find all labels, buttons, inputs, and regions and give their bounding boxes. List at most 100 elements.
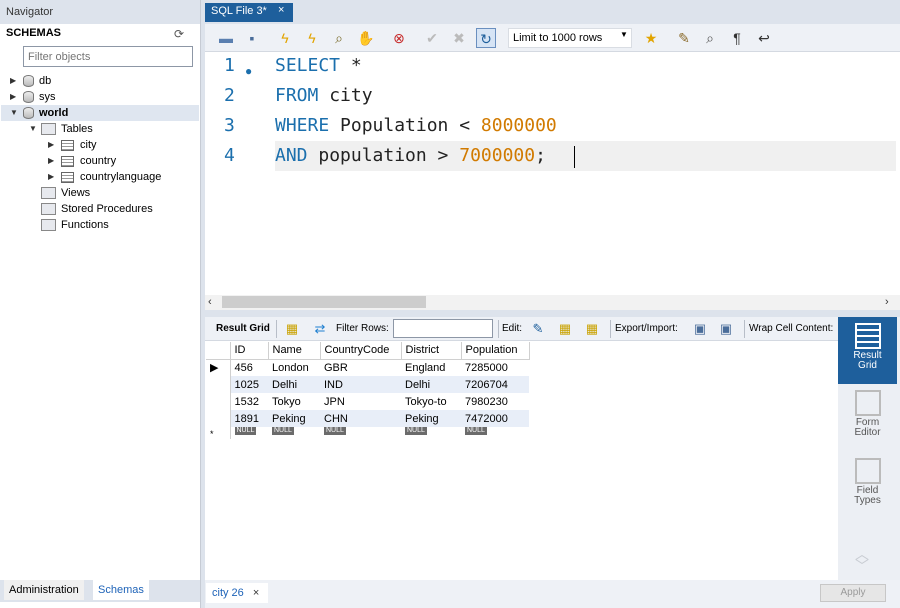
filter-rows-input[interactable]: [393, 319, 493, 338]
table-cell[interactable]: NULL: [461, 427, 529, 439]
explain-icon[interactable]: ⌕: [329, 28, 349, 48]
result-grid-button[interactable]: Result Grid: [838, 317, 897, 384]
wrap-icon[interactable]: ↩: [754, 28, 774, 48]
code-line[interactable]: SELECT *: [275, 55, 362, 76]
beautify-icon[interactable]: ✎: [674, 28, 694, 48]
collapse-arrow-icon[interactable]: ▼: [10, 105, 19, 121]
table-cell[interactable]: 1025: [230, 376, 268, 393]
table-cell[interactable]: GBR: [320, 359, 401, 376]
limit-rows-select[interactable]: Limit to 1000 rows: [508, 28, 632, 48]
tab-schemas[interactable]: Schemas: [93, 580, 149, 600]
execute-current-icon[interactable]: ϟ: [302, 28, 322, 48]
expand-arrow-icon[interactable]: ▶: [10, 89, 19, 105]
tree-item-stored-procedures[interactable]: Stored Procedures: [41, 201, 153, 217]
close-icon[interactable]: ×: [278, 4, 284, 16]
close-icon[interactable]: ×: [253, 587, 259, 599]
schema-item-db[interactable]: ▶ db: [10, 73, 51, 89]
tab-administration[interactable]: Administration: [4, 580, 84, 600]
grid-layout-icon[interactable]: ▦: [282, 319, 302, 339]
table-cell[interactable]: JPN: [320, 393, 401, 410]
table-cell[interactable]: Delhi: [268, 376, 320, 393]
rollback-icon[interactable]: ✖: [449, 28, 469, 48]
expand-arrow-icon[interactable]: ▶: [48, 153, 57, 169]
table-cell[interactable]: Tokyo: [268, 393, 320, 410]
table-cell[interactable]: 7980230: [461, 393, 529, 410]
column-header[interactable]: CountryCode: [320, 342, 402, 360]
table-row[interactable]: 1025 Delhi IND Delhi 7206704: [206, 376, 529, 393]
row-selector[interactable]: [206, 410, 231, 427]
autocommit-icon[interactable]: ↻: [476, 28, 496, 48]
add-row-icon[interactable]: ▦: [555, 319, 575, 339]
column-header[interactable]: District: [401, 342, 462, 360]
table-cell[interactable]: 7285000: [461, 359, 529, 376]
chevron-down-icon[interactable]: ▼: [620, 30, 628, 39]
edit-row-icon[interactable]: ✎: [528, 319, 548, 339]
scrollbar-thumb[interactable]: [222, 296, 426, 308]
bookmark-icon[interactable]: ★: [641, 28, 661, 48]
tree-item-tables[interactable]: ▼ Tables: [29, 121, 93, 137]
table-cell[interactable]: Tokyo-to: [401, 393, 461, 410]
table-cell[interactable]: London: [268, 359, 320, 376]
new-row[interactable]: * NULL NULL NULL NULL NULL: [206, 427, 529, 439]
refresh-icon[interactable]: ⟳: [174, 27, 184, 41]
code-line[interactable]: FROM city: [275, 85, 373, 106]
procedures-folder-icon: [41, 203, 56, 216]
code-line[interactable]: WHERE Population < 8000000: [275, 115, 557, 136]
collapse-arrow-icon[interactable]: ▼: [29, 121, 38, 137]
row-selector[interactable]: [206, 393, 231, 410]
expand-arrow-icon[interactable]: ▶: [10, 73, 19, 89]
scroll-right-icon[interactable]: ›: [885, 296, 889, 308]
table-cell[interactable]: IND: [320, 376, 401, 393]
apply-button[interactable]: Apply: [820, 584, 886, 602]
refresh-icon[interactable]: ⇄: [310, 319, 330, 339]
field-types-button[interactable]: Field Types: [838, 452, 897, 518]
find-icon[interactable]: ⌕: [700, 28, 720, 48]
table-cell[interactable]: CHN: [320, 410, 401, 427]
table-cell[interactable]: England: [401, 359, 461, 376]
table-item-city[interactable]: ▶ city: [48, 137, 97, 153]
column-header[interactable]: Population: [461, 342, 530, 360]
table-cell[interactable]: 1891: [230, 410, 268, 427]
table-cell[interactable]: 7206704: [461, 376, 529, 393]
commit-icon[interactable]: ✔: [422, 28, 442, 48]
table-cell[interactable]: Delhi: [401, 376, 461, 393]
delete-row-icon[interactable]: ▦: [582, 319, 602, 339]
tree-item-functions[interactable]: Functions: [41, 217, 109, 233]
tab-result-city[interactable]: city 26 ×: [206, 583, 268, 603]
table-cell[interactable]: NULL: [268, 427, 320, 439]
tree-item-views[interactable]: Views: [41, 185, 90, 201]
table-item-countrylanguage[interactable]: ▶ countrylanguage: [48, 169, 161, 185]
export-icon[interactable]: ▣: [690, 319, 710, 339]
invisible-chars-icon[interactable]: ¶: [727, 28, 747, 48]
stop-icon[interactable]: ✋: [356, 28, 376, 48]
table-row[interactable]: 1891 Peking CHN Peking 7472000: [206, 410, 529, 427]
table-row[interactable]: ▶ 456 London GBR England 7285000: [206, 359, 529, 376]
table-row[interactable]: 1532 Tokyo JPN Tokyo-to 7980230: [206, 393, 529, 410]
filter-objects-input[interactable]: [23, 46, 193, 67]
column-header[interactable]: Name: [268, 342, 321, 360]
expand-arrow-icon[interactable]: ▶: [48, 169, 57, 185]
toggle-error-icon[interactable]: ⊗: [389, 28, 409, 48]
open-folder-icon[interactable]: ▬: [216, 28, 236, 48]
code-line[interactable]: AND population > 7000000;: [275, 145, 546, 166]
scroll-left-icon[interactable]: ‹: [208, 296, 212, 308]
execute-icon[interactable]: ϟ: [275, 28, 295, 48]
chevron-up-down-icon[interactable]: ︿ ﹀: [855, 547, 869, 573]
table-cell[interactable]: Peking: [401, 410, 461, 427]
schema-item-sys[interactable]: ▶ sys: [10, 89, 56, 105]
table-cell[interactable]: 456: [230, 359, 268, 376]
save-icon[interactable]: ▪: [242, 28, 262, 48]
table-cell[interactable]: NULL: [401, 427, 461, 439]
table-cell[interactable]: NULL: [320, 427, 401, 439]
column-header[interactable]: ID: [230, 342, 269, 360]
import-icon[interactable]: ▣: [716, 319, 736, 339]
row-selector[interactable]: [206, 376, 231, 393]
table-cell[interactable]: 7472000: [461, 410, 529, 427]
table-item-country[interactable]: ▶ country: [48, 153, 116, 169]
form-editor-button[interactable]: Form Editor: [838, 384, 897, 450]
table-cell[interactable]: Peking: [268, 410, 320, 427]
schema-item-world[interactable]: ▼ world: [1, 105, 199, 121]
table-cell[interactable]: 1532: [230, 393, 268, 410]
table-cell[interactable]: NULL: [230, 427, 268, 439]
expand-arrow-icon[interactable]: ▶: [48, 137, 57, 153]
